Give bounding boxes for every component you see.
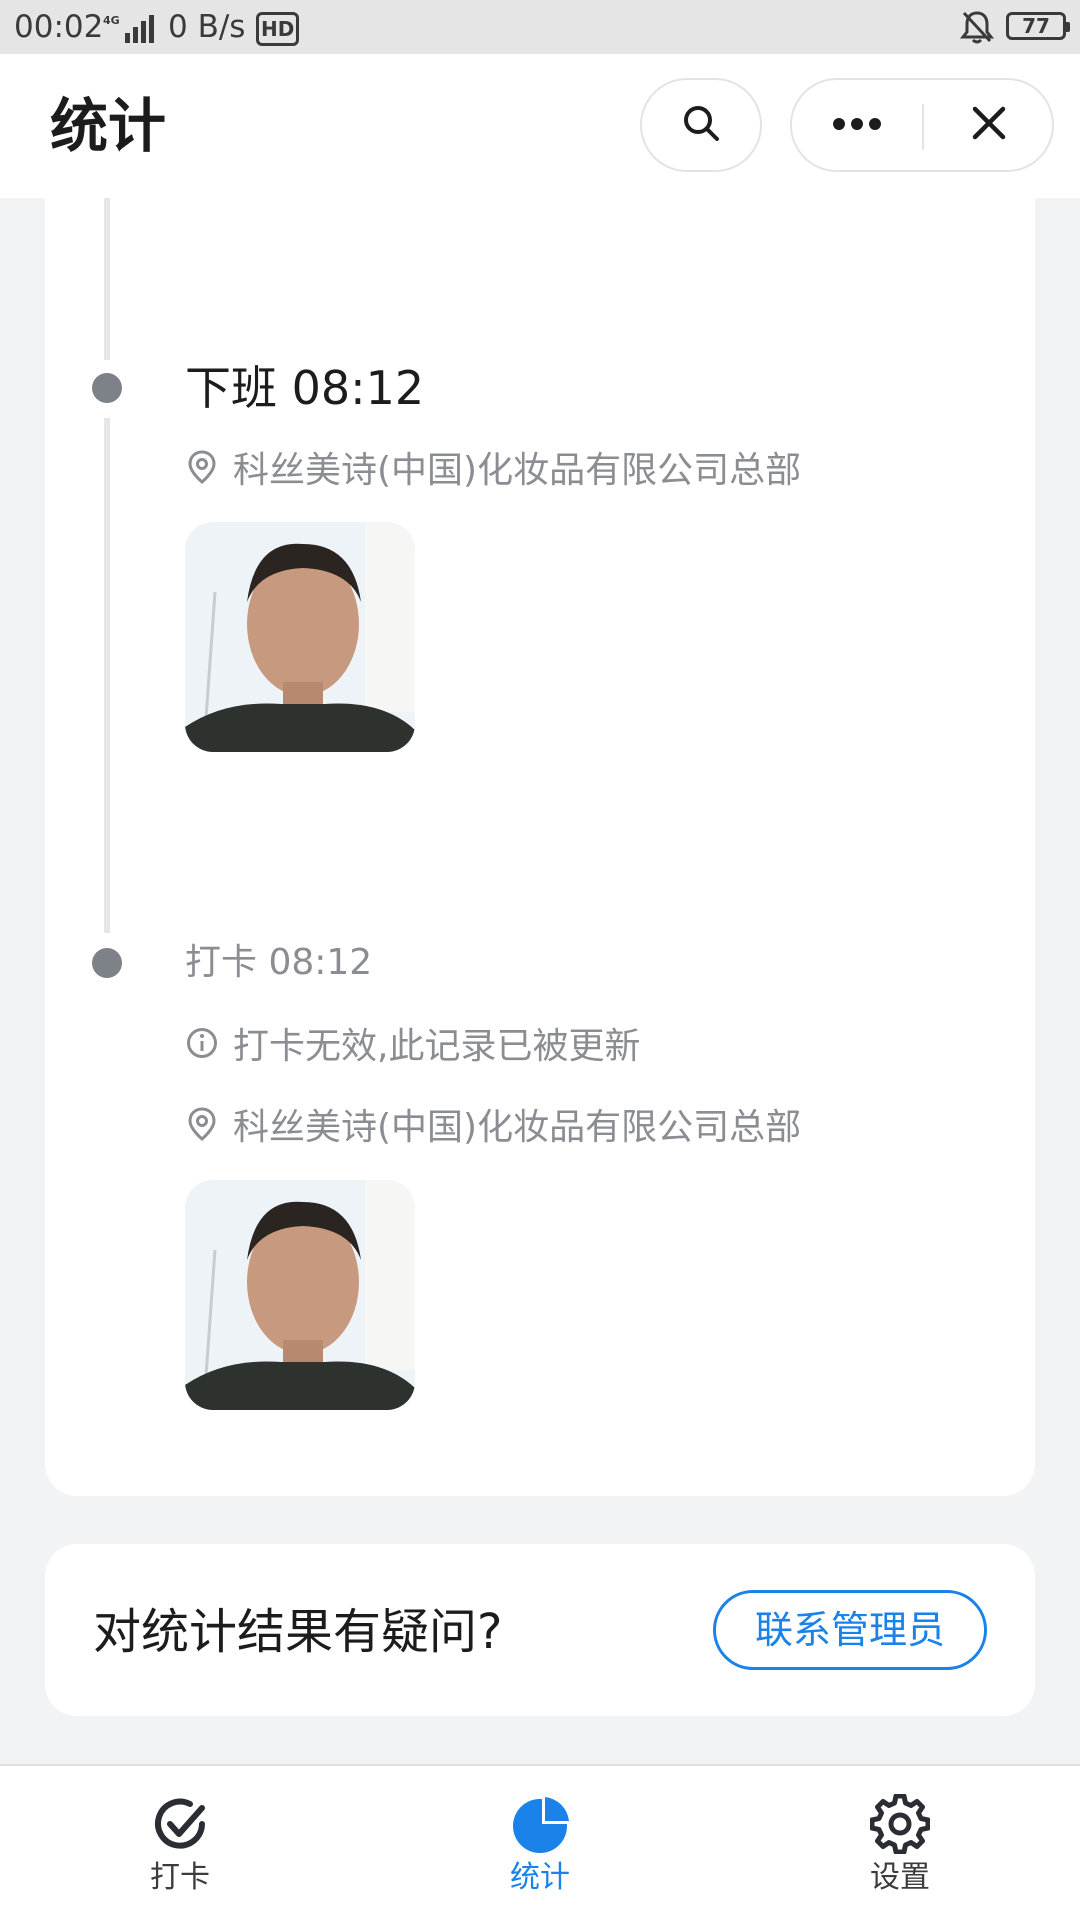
tab-statistics[interactable]: 统计 (440, 1766, 640, 1922)
close-button[interactable] (924, 80, 1054, 170)
contact-admin-button[interactable]: 联系管理员 (713, 1590, 987, 1670)
tab-settings[interactable]: 设置 (800, 1766, 1000, 1922)
more-button[interactable] (792, 80, 922, 170)
search-icon (681, 103, 721, 147)
check-circle-icon (150, 1794, 210, 1854)
event-title: 下班 08:12 (185, 361, 425, 415)
event-location: 科丝美诗(中国)化妆品有限公司总部 (185, 1102, 801, 1148)
check-in-photo[interactable] (185, 522, 415, 752)
event-title: 打卡 08:12 (185, 942, 373, 983)
app-header: 统计 (0, 54, 1080, 198)
search-button[interactable] (640, 78, 762, 172)
question-card: 对统计结果有疑问? 联系管理员 (45, 1544, 1035, 1716)
event-notice: 打卡无效,此记录已被更新 (185, 1021, 640, 1067)
check-in-photo[interactable] (185, 1180, 415, 1410)
tab-label: 打卡 (150, 1860, 210, 1895)
location-pin-icon (185, 1107, 219, 1141)
timeline-card: 下班 08:12 科丝美诗(中国)化妆品有限公司总部 打卡 08:12 打卡无效… (45, 198, 1035, 1496)
tab-label: 统计 (510, 1860, 570, 1895)
timeline-line (104, 198, 110, 360)
battery-icon: 77 (1006, 12, 1070, 40)
question-text: 对统计结果有疑问? (93, 1604, 503, 1660)
gear-icon (869, 1793, 931, 1855)
status-time: 00:02 (14, 9, 104, 45)
location-text: 科丝美诗(中国)化妆品有限公司总部 (233, 450, 802, 491)
info-icon (185, 1026, 219, 1060)
bottom-tab-bar: 打卡 统计 设置 (0, 1764, 1080, 1922)
timeline-line (104, 418, 110, 933)
tab-check-in[interactable]: 打卡 (80, 1766, 280, 1922)
hd-icon: HD (256, 12, 300, 46)
mini-program-capsule (790, 78, 1054, 172)
notice-text: 打卡无效,此记录已被更新 (233, 1026, 641, 1067)
location-text: 科丝美诗(中国)化妆品有限公司总部 (233, 1107, 802, 1148)
timeline-dot (92, 373, 122, 403)
location-pin-icon (185, 450, 219, 484)
close-icon (971, 105, 1007, 145)
svg-text:4G: 4G (103, 14, 120, 27)
more-dots-icon (832, 116, 882, 135)
tab-label: 设置 (870, 1860, 930, 1895)
pie-chart-icon (510, 1794, 570, 1854)
status-bar: 00:02 4G 0 B/s HD 77 (0, 0, 1080, 54)
page-title: 统计 (50, 92, 167, 160)
network-speed: 0 B/s (168, 9, 246, 45)
timeline-dot (92, 948, 122, 978)
event-location: 科丝美诗(中国)化妆品有限公司总部 (185, 445, 801, 491)
